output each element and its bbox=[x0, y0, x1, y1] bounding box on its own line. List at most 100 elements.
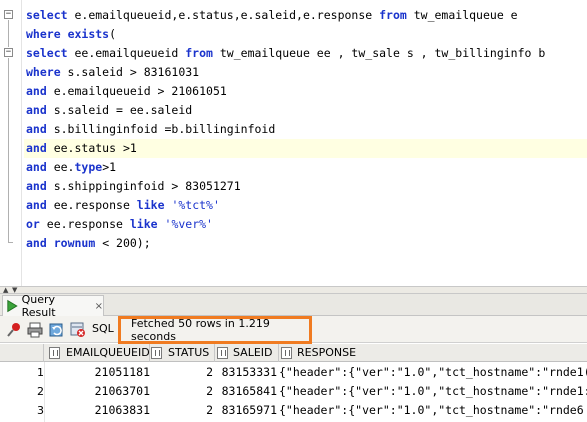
rownum-header bbox=[0, 344, 44, 362]
sql-text: ee.emailqueueid bbox=[67, 46, 186, 60]
sql-keyword: like bbox=[129, 217, 158, 231]
pin-icon[interactable] bbox=[6, 322, 22, 338]
column-header-emailqueueid[interactable]: EMAILQUEUEID bbox=[66, 344, 150, 362]
sql-editor[interactable]: − − select e.emailqueueid,e.status,e.sal… bbox=[0, 0, 587, 286]
table-row[interactable]: 3 21063831 2 83165971 {"header":{"ver":"… bbox=[0, 401, 587, 420]
cell-saleid[interactable]: 83165971 bbox=[214, 401, 277, 420]
column-header-status[interactable]: STATUS bbox=[168, 344, 215, 362]
sql-button[interactable]: SQL bbox=[92, 322, 114, 335]
collapse-up-icon[interactable]: ▲ bbox=[3, 287, 8, 294]
table-row[interactable]: 1 21051181 2 83153331 {"header":{"ver":"… bbox=[0, 363, 587, 382]
sql-keyword: rownum bbox=[53, 236, 96, 250]
code-line[interactable]: and s.billinginfoid =b.billinginfoid bbox=[24, 120, 587, 139]
sql-keyword: from bbox=[379, 8, 407, 22]
fold-toggle-icon[interactable]: − bbox=[4, 48, 13, 57]
column-header-saleid[interactable]: SALEID bbox=[233, 344, 279, 362]
sql-keyword: and bbox=[26, 236, 47, 250]
collapse-down-icon[interactable]: ▼ bbox=[12, 287, 17, 294]
sql-text: e.emailqueueid > 21061051 bbox=[46, 84, 227, 98]
cell-response[interactable]: {"header":{"ver":"1.0","tct_hostname":"r… bbox=[279, 363, 587, 382]
sql-keyword: from bbox=[185, 46, 213, 60]
column-icon bbox=[281, 347, 292, 359]
row-number: 2 bbox=[37, 385, 44, 398]
sql-keyword: or bbox=[26, 217, 40, 231]
code-line[interactable]: or ee.response like '%ver%' bbox=[24, 215, 587, 234]
editor-gutter: − − bbox=[0, 0, 22, 286]
cell-status[interactable]: 2 bbox=[168, 401, 213, 420]
cell-response[interactable]: {"header":{"ver":"1.0","tct_hostname":"r… bbox=[279, 401, 587, 420]
code-line[interactable]: and ee.status >1 bbox=[24, 139, 587, 158]
code-area[interactable]: select e.emailqueueid,e.status,e.saleid,… bbox=[24, 6, 587, 253]
sql-text: < 200); bbox=[95, 236, 151, 250]
sql-keyword: and bbox=[26, 160, 47, 174]
code-line[interactable]: and ee.type>1 bbox=[24, 158, 587, 177]
row-number: 1 bbox=[37, 366, 44, 379]
sql-text: tw_emailqueue ee , tw_sale s , tw_billin… bbox=[212, 46, 546, 60]
sql-text: s.shippinginfoid > 83051271 bbox=[46, 179, 241, 193]
sql-text: tw_emailqueue e bbox=[406, 8, 518, 22]
column-icon bbox=[151, 347, 162, 359]
sql-text: s.saleid = ee.saleid bbox=[46, 103, 193, 117]
cell-emailqueueid[interactable]: 21063831 bbox=[50, 401, 150, 420]
sql-text: ( bbox=[109, 27, 117, 41]
fetch-status-highlight: Fetched 50 rows in 1.219 seconds bbox=[118, 316, 312, 344]
sql-keyword: and bbox=[26, 122, 47, 136]
sql-string: '%tct%' bbox=[171, 198, 220, 212]
column-icon bbox=[217, 347, 228, 359]
cell-emailqueueid[interactable]: 21063701 bbox=[50, 382, 150, 401]
cell-response[interactable]: {"header":{"ver":"1.0","tct_hostname":"r… bbox=[279, 382, 587, 401]
fold-guide bbox=[8, 58, 9, 242]
sql-text: s.billinginfoid =b.billinginfoid bbox=[46, 122, 276, 136]
cell-saleid[interactable]: 83165841 bbox=[214, 382, 277, 401]
results-tabbar: Query Result × bbox=[0, 293, 587, 319]
sql-text: s.saleid > 83161031 bbox=[60, 65, 200, 79]
sql-string: '%ver%' bbox=[164, 217, 213, 231]
column-icon bbox=[49, 347, 60, 359]
code-line[interactable]: and s.shippinginfoid > 83051271 bbox=[24, 177, 587, 196]
print-icon[interactable] bbox=[27, 322, 43, 338]
sql-keyword: where bbox=[26, 65, 61, 79]
sql-text: ee.response bbox=[46, 198, 137, 212]
results-grid[interactable]: EMAILQUEUEID STATUS SALEID RESPONSE 1 21… bbox=[0, 344, 587, 422]
table-row[interactable]: 2 21063701 2 83165841 {"header":{"ver":"… bbox=[0, 382, 587, 401]
sql-text: ee.status >1 bbox=[46, 141, 137, 155]
cell-status[interactable]: 2 bbox=[168, 382, 213, 401]
sql-keyword: type bbox=[74, 160, 103, 174]
sql-text: ee.response bbox=[39, 217, 130, 231]
code-line[interactable]: and rownum < 200); bbox=[24, 234, 587, 253]
sql-keyword: and bbox=[26, 179, 47, 193]
cancel-fetch-icon[interactable] bbox=[70, 322, 86, 338]
cell-status[interactable]: 2 bbox=[168, 363, 213, 382]
pane-splitter[interactable]: ▲ ▼ bbox=[0, 286, 587, 294]
code-line[interactable]: and ee.response like '%tct%' bbox=[24, 196, 587, 215]
sql-keyword: exists bbox=[67, 27, 110, 41]
fold-guide bbox=[8, 20, 9, 47]
sql-keyword: and bbox=[26, 103, 47, 117]
refresh-icon[interactable] bbox=[49, 322, 65, 338]
sql-keyword: select bbox=[26, 8, 68, 22]
code-line[interactable]: and e.emailqueueid > 21061051 bbox=[24, 82, 587, 101]
code-line[interactable]: and s.saleid = ee.saleid bbox=[24, 101, 587, 120]
sql-keyword: where bbox=[26, 27, 61, 41]
code-line[interactable]: select ee.emailqueueid from tw_emailqueu… bbox=[24, 44, 587, 63]
cell-saleid[interactable]: 83153331 bbox=[214, 363, 277, 382]
cell-emailqueueid[interactable]: 21051181 bbox=[50, 363, 150, 382]
results-toolbar: SQL Fetched 50 rows in 1.219 seconds bbox=[0, 316, 587, 344]
tab-query-result[interactable]: Query Result × bbox=[2, 293, 104, 319]
sql-keyword: and bbox=[26, 84, 47, 98]
row-number: 3 bbox=[37, 404, 44, 417]
play-icon bbox=[7, 299, 18, 313]
column-header-response[interactable]: RESPONSE bbox=[297, 344, 587, 362]
code-line[interactable]: select e.emailqueueid,e.status,e.saleid,… bbox=[24, 6, 587, 25]
fold-toggle-icon[interactable]: − bbox=[4, 10, 13, 19]
sql-text: e.emailqueueid,e.status,e.saleid,e.respo… bbox=[67, 8, 380, 22]
close-icon[interactable]: × bbox=[95, 301, 103, 312]
code-line[interactable]: where s.saleid > 83161031 bbox=[24, 63, 587, 82]
code-line[interactable]: where exists( bbox=[24, 25, 587, 44]
sql-text: >1 bbox=[102, 160, 117, 174]
fold-end bbox=[8, 242, 13, 243]
sql-keyword: and bbox=[26, 141, 47, 155]
